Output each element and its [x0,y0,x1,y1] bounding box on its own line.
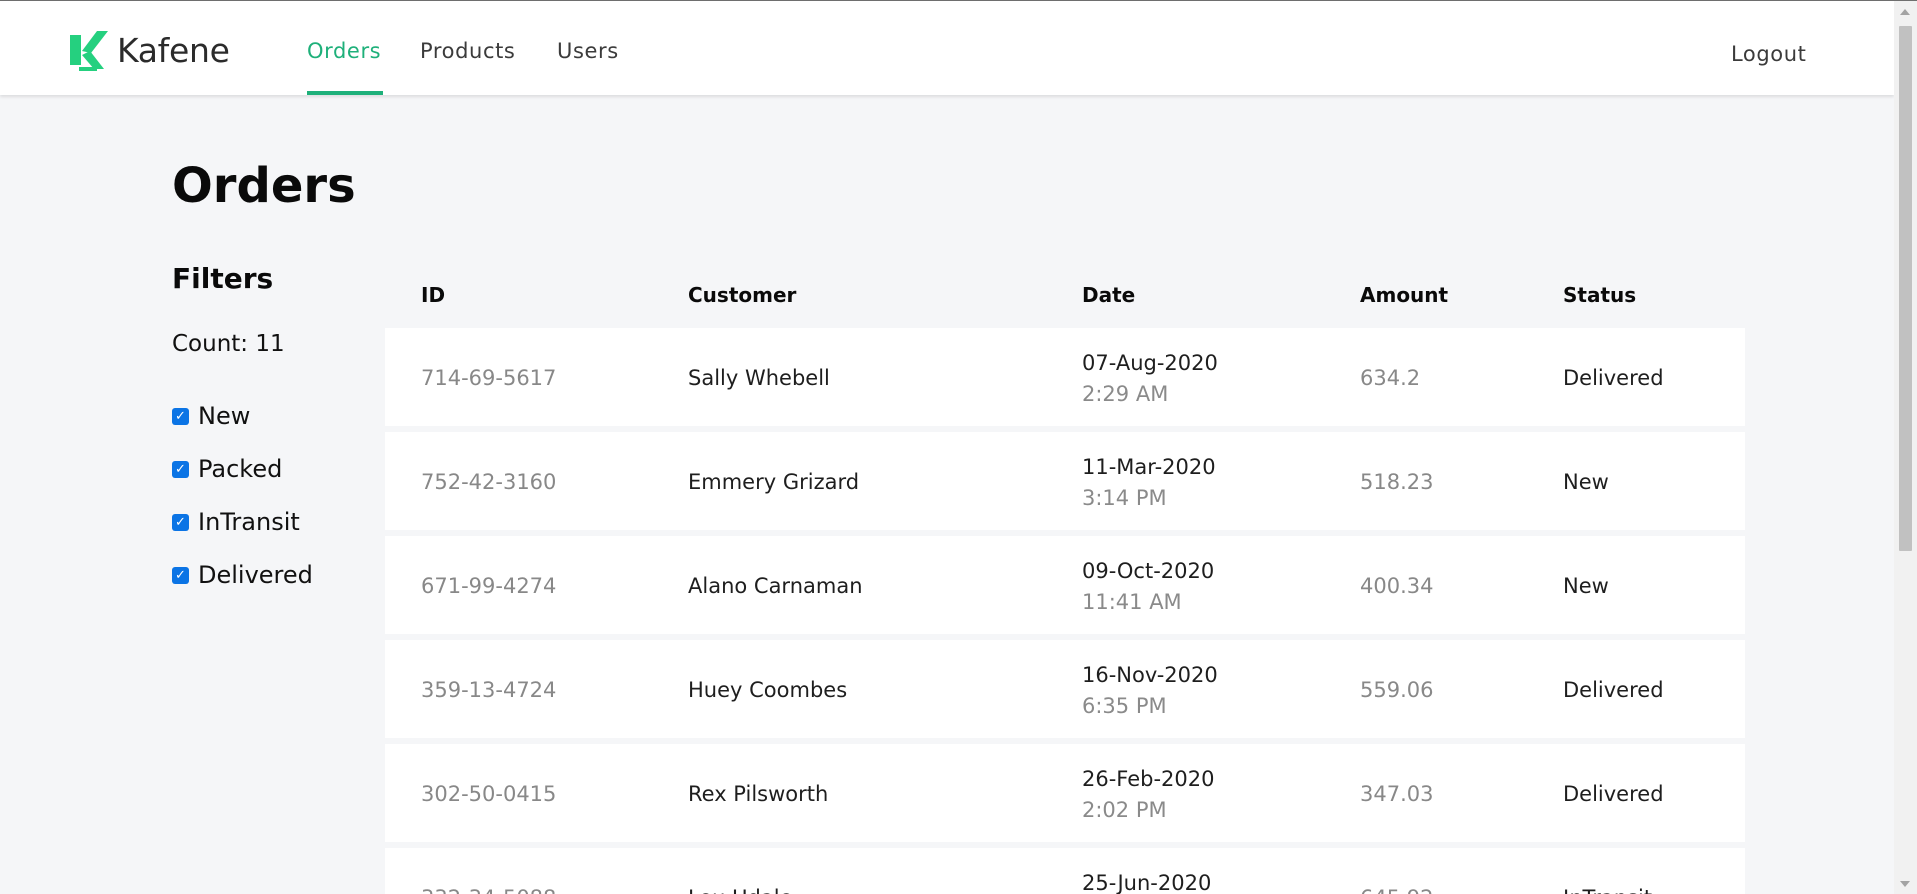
filter-packed-checkbox[interactable]: ✓ [172,460,189,478]
brand-logo[interactable]: Kafene [70,29,230,71]
order-time: 2:02 PM [1082,798,1167,822]
order-amount: 400.34 [1360,574,1434,598]
customer-name: Huey Coombes [688,678,848,702]
logout-link[interactable]: Logout [1731,42,1807,66]
order-date: 11-Mar-2020 [1082,455,1216,479]
order-amount: 347.03 [1360,782,1434,806]
order-time: 6:35 PM [1082,694,1167,718]
filter-delivered-checkbox[interactable]: ✓ [172,566,189,584]
brand-name: Kafene [117,30,230,70]
filter-packed-label: Packed [198,455,283,483]
order-id: 714-69-5617 [421,366,557,390]
order-amount: 518.23 [1360,470,1434,494]
table-row[interactable]: 302-50-0415 Rex Pilsworth 26-Feb-2020 2:… [385,744,1745,842]
customer-name: Rex Pilsworth [688,782,829,806]
order-date: 26-Feb-2020 [1082,767,1215,791]
column-header-amount: Amount [1360,283,1449,307]
order-status: InTransit [1563,886,1652,894]
order-count: Count: 11 [172,331,285,357]
filter-delivered[interactable]: ✓ Delivered [172,561,313,589]
filter-new-label: New [198,402,251,430]
customer-name: Emmery Grizard [688,470,860,494]
filter-intransit[interactable]: ✓ InTransit [172,508,300,536]
column-header-id: ID [421,283,446,307]
order-status: New [1563,470,1609,494]
page-scrollbar[interactable] [1894,1,1917,894]
filter-new-checkbox[interactable]: ✓ [172,407,189,425]
column-header-date: Date [1082,283,1136,307]
filter-intransit-label: InTransit [198,508,300,536]
top-navbar: Kafene Orders Products Users Logout [0,1,1894,95]
table-row[interactable]: 332-34-5088 Lou Udale 25-Jun-2020 645.92… [385,848,1745,894]
order-amount: 645.92 [1360,886,1433,894]
table-row[interactable]: 752-42-3160 Emmery Grizard 11-Mar-2020 3… [385,432,1745,530]
filters-title: Filters [172,262,274,295]
nav-orders[interactable]: Orders [307,39,381,63]
customer-name: Alano Carnaman [688,574,863,598]
order-id: 332-34-5088 [421,886,556,894]
order-date: 16-Nov-2020 [1082,663,1218,687]
order-time: 3:14 PM [1082,486,1167,510]
filter-packed[interactable]: ✓ Packed [172,455,282,483]
order-id: 752-42-3160 [421,470,557,494]
order-date: 25-Jun-2020 [1082,871,1212,894]
order-time: 2:29 AM [1082,382,1169,406]
order-amount: 559.06 [1360,678,1434,702]
table-row[interactable]: 671-99-4274 Alano Carnaman 09-Oct-2020 1… [385,536,1745,634]
filter-new[interactable]: ✓ New [172,402,250,430]
order-id: 359-13-4724 [421,678,557,702]
column-header-customer: Customer [688,283,797,307]
column-header-status: Status [1563,283,1637,307]
filter-delivered-label: Delivered [198,561,313,589]
customer-name: Lou Udale [688,886,793,894]
filter-intransit-checkbox[interactable]: ✓ [172,513,189,531]
scroll-up-icon[interactable] [1900,9,1910,15]
order-status: Delivered [1563,678,1664,702]
active-nav-indicator [307,91,383,95]
kafene-logo-icon [70,31,108,71]
order-status: Delivered [1563,366,1664,390]
table-row[interactable]: 359-13-4724 Huey Coombes 16-Nov-2020 6:3… [385,640,1745,738]
scroll-down-icon[interactable] [1900,881,1910,887]
order-id: 302-50-0415 [421,782,557,806]
nav-products[interactable]: Products [420,39,515,63]
scrollbar-thumb[interactable] [1899,26,1912,551]
order-time: 11:41 AM [1082,590,1182,614]
order-date: 09-Oct-2020 [1082,559,1215,583]
nav-users[interactable]: Users [557,39,619,63]
order-id: 671-99-4274 [421,574,557,598]
table-row[interactable]: 714-69-5617 Sally Whebell 07-Aug-2020 2:… [385,328,1745,426]
page-title: Orders [172,158,356,214]
order-amount: 634.2 [1360,366,1421,390]
customer-name: Sally Whebell [688,366,830,390]
order-status: New [1563,574,1609,598]
order-status: Delivered [1563,782,1664,806]
order-date: 07-Aug-2020 [1082,351,1218,375]
